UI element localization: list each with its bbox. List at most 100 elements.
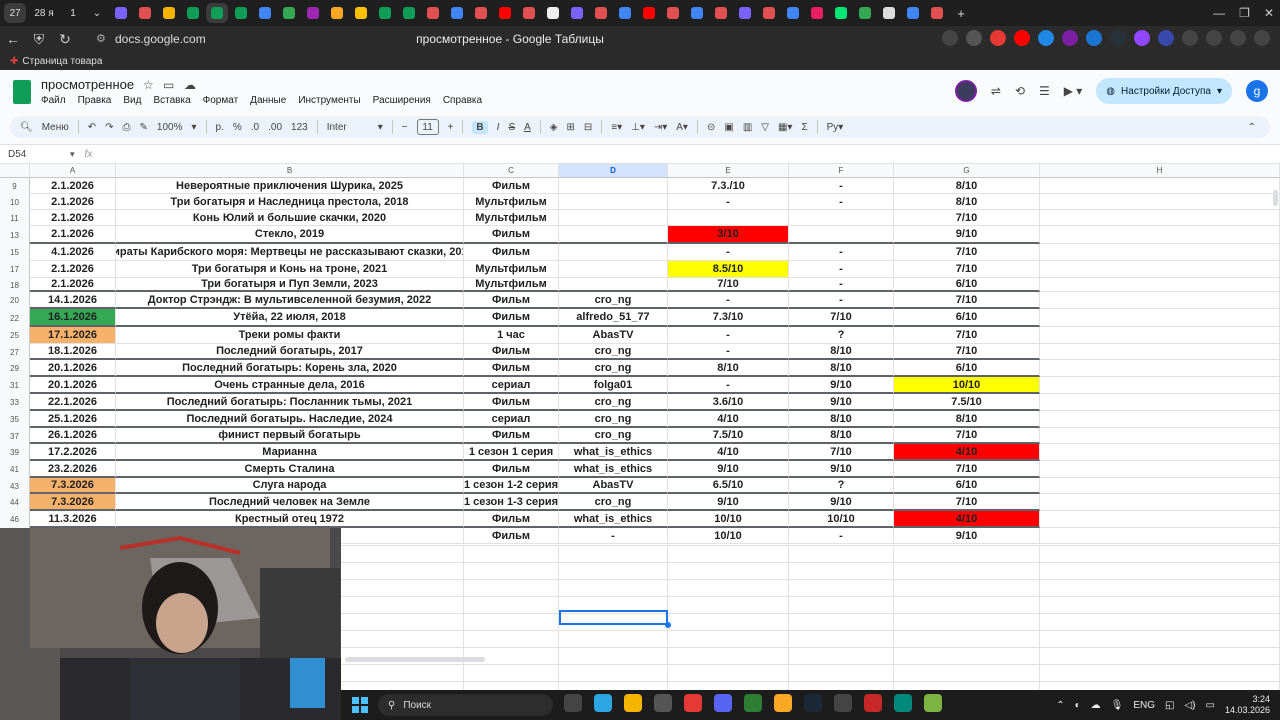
download-icon[interactable] xyxy=(1254,30,1270,46)
cell-c[interactable]: Фильм xyxy=(464,461,559,478)
fill-color-icon[interactable]: ◈ xyxy=(550,122,558,133)
cell-f[interactable]: 7/10 xyxy=(789,309,894,327)
cell-h[interactable] xyxy=(1040,226,1280,244)
browser-tab[interactable]: 1 xyxy=(62,3,84,23)
cell-d[interactable] xyxy=(559,278,668,292)
browser-tab[interactable] xyxy=(566,3,588,23)
cell-e[interactable]: 3/10 xyxy=(668,226,789,244)
decrease-decimal[interactable]: .0 xyxy=(251,122,259,133)
cell-e[interactable]: 8.5/10 xyxy=(668,261,789,278)
restore-icon[interactable]: ❐ xyxy=(1239,6,1250,20)
cell-f[interactable]: 7/10 xyxy=(789,444,894,461)
strikethrough-icon[interactable]: S xyxy=(508,122,515,133)
cell-f[interactable]: 8/10 xyxy=(789,360,894,377)
explorer-icon[interactable] xyxy=(624,694,642,712)
italic-icon[interactable]: I xyxy=(497,122,500,133)
browser-tab[interactable] xyxy=(614,3,636,23)
cell-e[interactable]: 10/10 xyxy=(668,528,789,544)
cell-d[interactable]: what_is_ethics xyxy=(559,461,668,478)
align-icon[interactable]: ≡▾ xyxy=(611,122,622,133)
cell-d[interactable] xyxy=(559,178,668,194)
cell-e[interactable]: 7/10 xyxy=(668,278,789,292)
cell-e[interactable]: 8/10 xyxy=(668,360,789,377)
menu-view[interactable]: Вид xyxy=(123,95,141,106)
cell-h[interactable] xyxy=(1040,411,1280,428)
row-header[interactable]: 27 xyxy=(0,344,30,360)
cell-a[interactable]: 2.1.2026 xyxy=(30,226,116,244)
cell-c[interactable]: Фильм xyxy=(464,428,559,444)
cell-h[interactable] xyxy=(1040,528,1280,544)
ext-icon[interactable] xyxy=(1110,30,1126,46)
number-format[interactable]: 123 xyxy=(291,122,308,133)
cell-c[interactable]: Мультфильм xyxy=(464,210,559,226)
browser-tab[interactable] xyxy=(686,3,708,23)
row-header[interactable]: 35 xyxy=(0,411,30,428)
browser-tab[interactable] xyxy=(902,3,924,23)
cell-h[interactable] xyxy=(1040,444,1280,461)
cell-b[interactable]: Треки ромы факти xyxy=(116,327,464,344)
cell-f[interactable]: 9/10 xyxy=(789,394,894,411)
cell-b[interactable]: Последний богатырь: Корень зла, 2020 xyxy=(116,360,464,377)
row-header[interactable]: 17 xyxy=(0,261,30,278)
cell-g[interactable]: 7/10 xyxy=(894,210,1040,226)
cell-h[interactable] xyxy=(1040,377,1280,394)
column-header-g[interactable]: G xyxy=(894,164,1040,178)
cell-d[interactable] xyxy=(559,194,668,210)
cell-a[interactable]: 2.1.2026 xyxy=(30,194,116,210)
cell-d[interactable]: AbasTV xyxy=(559,327,668,344)
row-header[interactable]: 9 xyxy=(0,178,30,194)
cell-c[interactable]: Мультфильм xyxy=(464,194,559,210)
cell-b[interactable]: Доктор Стрэндж: В мультивселенной безуми… xyxy=(116,292,464,309)
cell-a[interactable]: 20.1.2026 xyxy=(30,360,116,377)
cell-b[interactable]: Стекло, 2019 xyxy=(116,226,464,244)
cell-a[interactable]: 20.1.2026 xyxy=(30,377,116,394)
app-icon[interactable] xyxy=(774,694,792,712)
browser-tab[interactable] xyxy=(710,3,732,23)
chevron-down-icon[interactable]: ▾ xyxy=(191,122,196,133)
row-header[interactable]: 46 xyxy=(0,511,30,528)
app-icon[interactable] xyxy=(864,694,882,712)
cell-e[interactable]: 7.3./10 xyxy=(668,178,789,194)
cell-b[interactable]: Крестный отец 1972 xyxy=(116,511,464,528)
network-icon[interactable]: ◱ xyxy=(1165,700,1174,711)
row-header[interactable]: 37 xyxy=(0,428,30,444)
cell-h[interactable] xyxy=(1040,478,1280,494)
browser-tab[interactable] xyxy=(470,3,492,23)
row-header[interactable]: 10 xyxy=(0,194,30,210)
cell-b[interactable]: Конь Юлий и большие скачки, 2020 xyxy=(116,210,464,226)
task-view-icon[interactable] xyxy=(564,694,582,712)
cell-e[interactable]: 10/10 xyxy=(668,511,789,528)
cell-e[interactable]: - xyxy=(668,327,789,344)
browser-tab[interactable] xyxy=(374,3,396,23)
cell-f[interactable]: - xyxy=(789,178,894,194)
browser-tab-sheets[interactable] xyxy=(206,3,228,23)
browser-tab[interactable] xyxy=(590,3,612,23)
menu-format[interactable]: Формат xyxy=(203,95,239,106)
row-header[interactable]: 41 xyxy=(0,461,30,478)
row-header[interactable]: 44 xyxy=(0,494,30,511)
move-folder-icon[interactable]: ▭ xyxy=(163,78,174,92)
cell-e[interactable]: 4/10 xyxy=(668,444,789,461)
cell-f[interactable]: 8/10 xyxy=(789,344,894,360)
cell-d[interactable]: folga01 xyxy=(559,377,668,394)
name-box[interactable]: D54 xyxy=(0,149,70,160)
cell-d[interactable]: cro_ng xyxy=(559,494,668,511)
column-header-a[interactable]: A xyxy=(30,164,116,178)
row-header[interactable]: 13 xyxy=(0,226,30,244)
cell-f[interactable]: - xyxy=(789,278,894,292)
cell-c[interactable]: Фильм xyxy=(464,178,559,194)
browser-tab[interactable] xyxy=(926,3,948,23)
browser-tab[interactable] xyxy=(878,3,900,23)
cell-c[interactable]: Фильм xyxy=(464,226,559,244)
cell-a[interactable]: 7.3.2026 xyxy=(30,494,116,511)
cell-h[interactable] xyxy=(1040,428,1280,444)
percent-format[interactable]: % xyxy=(233,122,242,133)
browser-tab[interactable] xyxy=(278,3,300,23)
row-header[interactable]: 31 xyxy=(0,377,30,394)
browser-tab[interactable]: 27 xyxy=(4,3,26,23)
cell-b[interactable]: Последний богатырь, 2017 xyxy=(116,344,464,360)
cell-e[interactable]: 3.6/10 xyxy=(668,394,789,411)
cloud-status-icon[interactable]: ☁ xyxy=(184,78,196,92)
font-size-input[interactable]: 11 xyxy=(416,119,439,135)
increase-decimal[interactable]: .00 xyxy=(268,122,282,133)
